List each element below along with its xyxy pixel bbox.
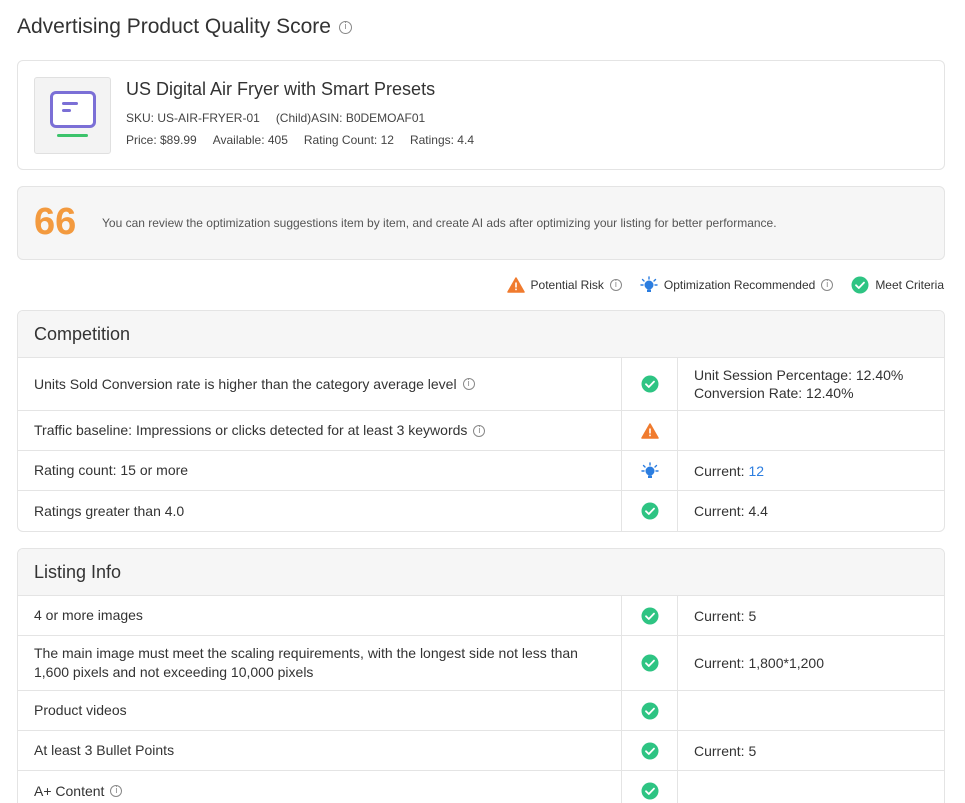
legend-meet-criteria: Meet Criteria (851, 276, 944, 294)
warning-icon (640, 422, 659, 439)
table-row: Rating count: 15 or more Current: 12 (18, 451, 944, 491)
table-row: A+ Content i (18, 771, 944, 803)
listing-info-header: Listing Info (18, 549, 944, 596)
table-row: At least 3 Bullet Points Current: 5 (18, 731, 944, 771)
product-ids: SKU: US-AIR-FRYER-01 (Child)ASIN: B0DEMO… (126, 111, 425, 125)
page-title: Advertising Product Quality Score i (17, 15, 352, 39)
criteria-description: Traffic baseline: Impressions or clicks … (18, 411, 621, 450)
table-row: Ratings greater than 4.0 Current: 4.4 (18, 491, 944, 531)
value-cell: Current: 5 (677, 731, 944, 770)
status-cell (621, 491, 677, 531)
document-icon (50, 91, 96, 128)
value-cell: Unit Session Percentage: 12.40% Conversi… (677, 358, 944, 410)
product-thumbnail (34, 77, 111, 154)
check-circle-icon (641, 742, 658, 759)
quality-score: 66 (34, 201, 77, 243)
table-row: The main image must meet the scaling req… (18, 636, 944, 691)
criteria-description: The main image must meet the scaling req… (34, 645, 578, 680)
check-circle-icon (641, 607, 658, 624)
legend-meet-label: Meet Criteria (875, 278, 944, 292)
info-icon[interactable]: i (462, 378, 475, 390)
legend-optimize-label: Optimization Recommended (663, 278, 816, 292)
lightbulb-icon (640, 276, 658, 292)
value-cell: Current: 1,800*1,200 (677, 636, 944, 690)
criteria-description: Product videos (34, 702, 127, 718)
lightbulb-icon (640, 461, 659, 478)
check-circle-icon (641, 502, 658, 520)
check-circle-icon (641, 702, 658, 719)
product-name: US Digital Air Fryer with Smart Presets (126, 79, 436, 99)
info-icon[interactable]: i (609, 279, 622, 291)
legend-risk-label: Potential Risk (530, 278, 604, 292)
criteria-description: At least 3 Bullet Points (34, 742, 175, 758)
legend-optimization-recommended: Optimization Recommended i (640, 276, 834, 294)
value-cell: Current: 12 (677, 451, 944, 490)
value-cell (677, 691, 944, 730)
table-row: Product videos (18, 691, 944, 731)
thumbnail-accent-bar (57, 134, 88, 137)
product-card: US Digital Air Fryer with Smart Presets … (17, 60, 945, 170)
legend-potential-risk: Potential Risk i (506, 277, 622, 293)
criteria-description: Ratings greater than 4.0 (34, 502, 185, 519)
status-cell (621, 731, 677, 770)
status-cell (621, 771, 677, 803)
rating-count-link[interactable]: 12 (748, 463, 764, 479)
product-sku: SKU: US-AIR-FRYER-01 (126, 111, 260, 125)
value-cell (677, 411, 944, 450)
check-circle-icon (851, 276, 869, 294)
criteria-description: Rating count: 15 or more (34, 462, 189, 478)
product-available: Available: 405 (212, 133, 288, 147)
conversion-rate: Conversion Rate: 12.40% (694, 385, 854, 401)
page-title-text: Advertising Product Quality Score (17, 15, 331, 38)
info-icon[interactable]: i (338, 20, 352, 34)
check-circle-icon (641, 782, 658, 800)
check-circle-icon (641, 375, 658, 393)
table-row: Traffic baseline: Impressions or clicks … (18, 411, 944, 451)
table-row: 4 or more images Current: 5 (18, 596, 944, 636)
check-circle-icon (641, 654, 658, 672)
product-rating-count: Rating Count: 12 (303, 133, 394, 147)
unit-session-percentage: Unit Session Percentage: 12.40% (694, 367, 904, 383)
criteria-description: A+ Content i (18, 771, 621, 803)
status-cell (621, 636, 677, 690)
criteria-description: 4 or more images (34, 607, 143, 623)
criteria-description: Units Sold Conversion rate is higher tha… (18, 358, 621, 410)
current-label: Current: (694, 462, 749, 479)
product-stats: Price: $89.99 Available: 405 Rating Coun… (126, 133, 474, 147)
value-cell: Current: 5 (677, 596, 944, 635)
status-cell (621, 411, 677, 450)
product-price: Price: $89.99 (126, 133, 197, 147)
value-cell: Current: 4.4 (677, 491, 944, 531)
info-icon[interactable]: i (473, 424, 486, 437)
info-icon[interactable]: i (821, 279, 834, 291)
status-cell (621, 596, 677, 635)
value-cell (677, 771, 944, 803)
status-cell (621, 451, 677, 490)
score-message: You can review the optimization suggesti… (102, 216, 777, 230)
table-row: Units Sold Conversion rate is higher tha… (18, 358, 944, 411)
info-icon[interactable]: i (110, 785, 123, 797)
competition-header: Competition (18, 311, 944, 358)
status-legend: Potential Risk i Optimization Recommende… (489, 276, 944, 294)
competition-section: Competition Units Sold Conversion rate i… (17, 310, 945, 532)
product-asin: (Child)ASIN: B0DEMOAF01 (275, 111, 426, 125)
listing-info-section: Listing Info 4 or more images Current: 5… (17, 548, 945, 803)
warning-icon (506, 277, 525, 293)
score-card: 66 You can review the optimization sugge… (17, 186, 945, 260)
status-cell (621, 358, 677, 410)
product-ratings: Ratings: 4.4 (409, 133, 474, 147)
status-cell (621, 691, 677, 730)
